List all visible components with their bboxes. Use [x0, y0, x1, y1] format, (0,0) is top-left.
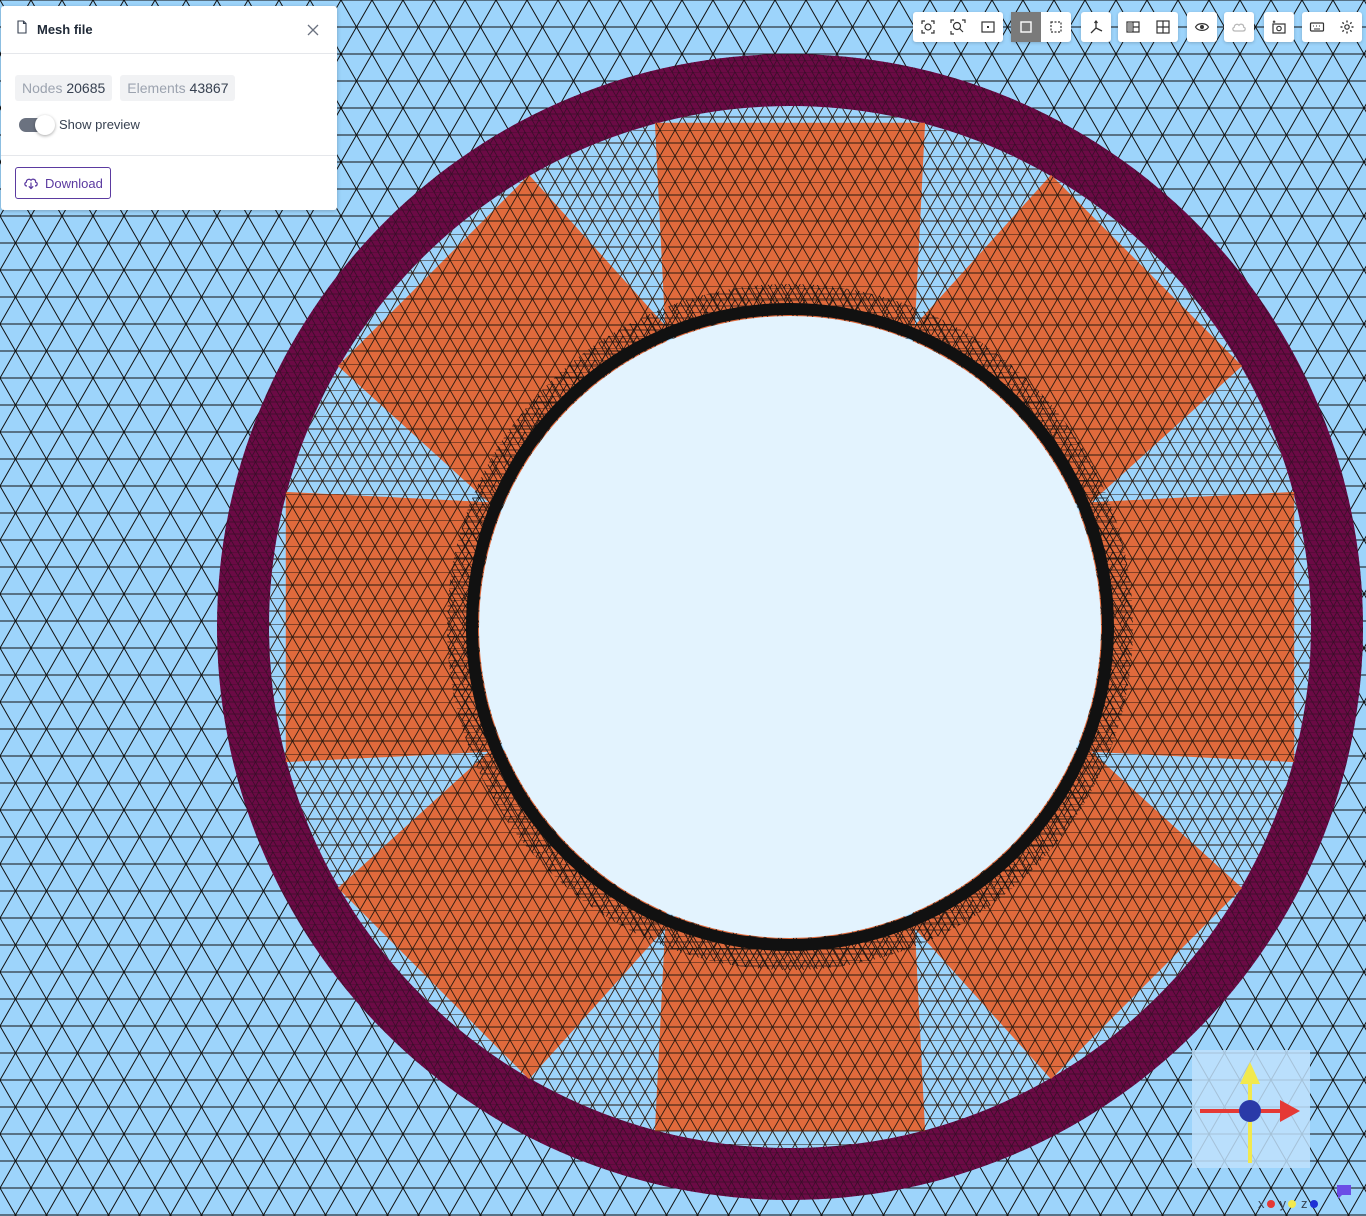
- visibility-icon: [1194, 23, 1210, 31]
- layout-toolbar: [1118, 12, 1178, 42]
- wireframe-view-button[interactable]: [1041, 12, 1071, 42]
- close-icon: [307, 24, 319, 35]
- nodes-stat: Nodes 20685: [15, 75, 113, 101]
- render-mode-toolbar: [1011, 12, 1071, 42]
- screenshot-toolbar: [1264, 12, 1294, 42]
- file-icon: [15, 20, 29, 39]
- x-axis-label: x: [1258, 1196, 1265, 1211]
- elements-value: 43867: [189, 80, 229, 96]
- show-preview-toggle[interactable]: [19, 114, 55, 135]
- x-axis-dot: [1266, 1199, 1275, 1208]
- elements-label: Elements: [127, 80, 186, 96]
- nodes-value: 20685: [66, 80, 106, 96]
- zoom-to-fit-button[interactable]: [913, 12, 943, 42]
- zoom-to-fit-icon: [921, 20, 935, 34]
- screenshot-icon: [1272, 20, 1286, 34]
- wireframe-view-icon: [1050, 21, 1062, 33]
- y-axis-label: y: [1279, 1196, 1287, 1211]
- gizmo-center[interactable]: [1239, 1100, 1261, 1122]
- solid-view-icon: [1020, 21, 1032, 33]
- preview-row: Show preview: [1, 101, 337, 135]
- rotor-disk: [479, 316, 1101, 938]
- z-axis-dot: [1309, 1199, 1318, 1208]
- chat-button[interactable]: [1336, 1184, 1352, 1205]
- mesh-file-panel: Mesh file Nodes 20685 Elements 43867 Sho…: [1, 6, 337, 210]
- axis-legend: x y z: [1258, 1196, 1321, 1211]
- section-view-icon: [1126, 21, 1140, 33]
- settings-toolbar: [1302, 12, 1362, 42]
- section-view-button[interactable]: [1118, 12, 1148, 42]
- screenshot-button[interactable]: [1264, 12, 1294, 42]
- settings-icon: [1340, 20, 1354, 34]
- axes-button[interactable]: [1081, 12, 1111, 42]
- download-button[interactable]: Download: [15, 167, 111, 199]
- visibility-button[interactable]: [1187, 12, 1217, 42]
- y-axis-dot: [1288, 1199, 1296, 1208]
- close-button[interactable]: [303, 20, 323, 40]
- nodes-label: Nodes: [22, 80, 63, 96]
- axes-toolbar: [1081, 12, 1111, 42]
- panel-header: Mesh file: [1, 6, 337, 54]
- cloud-visibility-icon: [1232, 23, 1246, 32]
- elements-stat: Elements 43867: [120, 75, 236, 101]
- panel-title: Mesh file: [37, 22, 93, 37]
- cloud-toolbar: [1224, 12, 1254, 42]
- z-axis-label: z: [1301, 1196, 1308, 1211]
- grid-view-icon: [1156, 20, 1170, 34]
- fit-frame-button[interactable]: [973, 12, 1003, 42]
- panel-divider: [1, 155, 337, 156]
- keyboard-button[interactable]: [1302, 12, 1332, 42]
- keyboard-icon: [1309, 22, 1325, 32]
- cloud-download-icon: [24, 178, 38, 190]
- settings-button[interactable]: [1332, 12, 1362, 42]
- grid-view-button[interactable]: [1148, 12, 1178, 42]
- zoom-selection-icon: [950, 19, 966, 35]
- view-fit-toolbar: [913, 12, 1003, 42]
- cloud-visibility-button[interactable]: [1224, 12, 1254, 42]
- chat-icon: [1337, 1185, 1351, 1199]
- solid-view-button[interactable]: [1011, 12, 1041, 42]
- toggle-knob: [35, 114, 55, 135]
- mesh-stats: Nodes 20685 Elements 43867: [1, 54, 337, 101]
- visibility-toolbar: [1187, 12, 1217, 42]
- show-preview-label: Show preview: [59, 117, 140, 132]
- zoom-selection-button[interactable]: [943, 12, 973, 42]
- fit-frame-icon: [981, 21, 995, 33]
- axes-icon: [1090, 20, 1103, 34]
- download-label: Download: [45, 175, 103, 191]
- orientation-gizmo[interactable]: [1192, 1050, 1310, 1168]
